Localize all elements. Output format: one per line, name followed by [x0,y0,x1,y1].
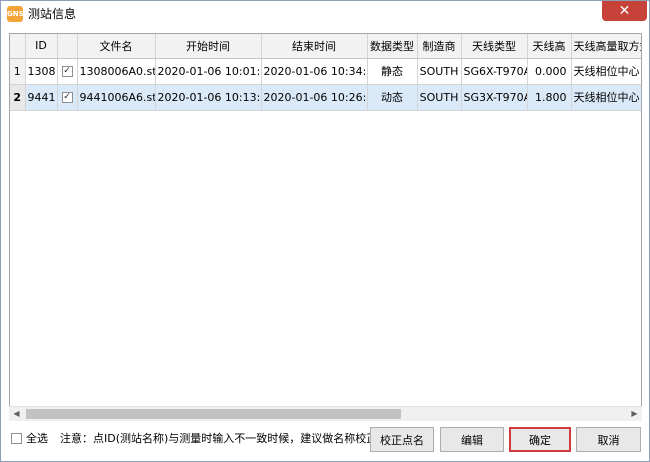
station-info-dialog: GNSS 测站信息 ✕ ID 文件名 开始时间 结束时间 数据类型 制造商 天线… [0,0,650,462]
start-time-cell[interactable]: 2020-01-06 10:13:16 [155,84,262,111]
horizontal-scrollbar[interactable]: ◀ ▶ [9,406,642,421]
end-time-cell[interactable]: 2020-01-06 10:34:07 [261,58,368,85]
title-bar: GNSS 测站信息 ✕ [1,1,649,27]
row-checkbox-cell[interactable]: ✓ [57,58,78,85]
row-checkbox-cell[interactable]: ✓ [57,84,78,111]
select-all-label[interactable]: 全选 [26,432,48,445]
column-header-end-time[interactable]: 结束时间 [261,34,368,59]
measure-method-cell[interactable]: 天线相位中心 [571,84,641,111]
correct-name-button[interactable]: 校正点名 [370,427,434,452]
table-row[interactable]: 1 1308 ✓ 1308006A0.sth 2020-01-06 10:01:… [10,58,641,85]
row-checkbox[interactable]: ✓ [61,66,73,77]
scroll-left-icon[interactable]: ◀ [9,407,24,421]
column-header-antenna-height[interactable]: 天线高 [527,34,572,59]
table-row[interactable]: 2 9441 ✓ 9441006A6.sth 2020-01-06 10:13:… [10,84,641,111]
manufacturer-cell[interactable]: SOUTH [417,84,462,111]
close-button[interactable]: ✕ [602,1,647,21]
dialog-title: 测站信息 [28,7,77,21]
row-checkbox[interactable]: ✓ [61,92,73,103]
file-name-cell[interactable]: 1308006A0.sth [77,58,156,85]
station-table: ID 文件名 开始时间 结束时间 数据类型 制造商 天线类型 天线高 天线高量取… [10,34,641,111]
column-header-antenna-type[interactable]: 天线类型 [461,34,528,59]
column-header-id[interactable]: ID [25,34,58,59]
scrollbar-thumb[interactable] [26,409,401,419]
measure-method-cell[interactable]: 天线相位中心 [571,58,641,85]
name-correction-notice: 注意：点ID(测站名称)与测量时输入不一致时候，建议做名称校正！ [60,432,389,445]
manufacturer-cell[interactable]: SOUTH [417,58,462,85]
station-grid: ID 文件名 开始时间 结束时间 数据类型 制造商 天线类型 天线高 天线高量取… [9,33,642,421]
antenna-type-cell[interactable]: SG3X-T970A [461,84,528,111]
row-number[interactable]: 2 [10,84,26,111]
column-header-file-name[interactable]: 文件名 [77,34,156,59]
antenna-type-cell[interactable]: SG6X-T970A [461,58,528,85]
antenna-height-cell[interactable]: 0.000 [527,58,572,85]
ok-button[interactable]: 确定 [509,427,571,452]
file-name-cell[interactable]: 9441006A6.sth [77,84,156,111]
start-time-cell[interactable]: 2020-01-06 10:01:13 [155,58,262,85]
column-header-data-type[interactable]: 数据类型 [367,34,418,59]
station-id-cell[interactable]: 1308 [25,58,58,85]
data-type-cell[interactable]: 动态 [367,84,418,111]
station-id-cell[interactable]: 9441 [25,84,58,111]
table-header-row: ID 文件名 开始时间 结束时间 数据类型 制造商 天线类型 天线高 天线高量取… [10,34,641,59]
column-header-manufacturer[interactable]: 制造商 [417,34,462,59]
row-number[interactable]: 1 [10,58,26,85]
select-all-checkbox[interactable] [11,433,22,444]
column-header-start-time[interactable]: 开始时间 [155,34,262,59]
column-header-measure-method[interactable]: 天线高量取方式 [571,34,641,59]
scroll-right-icon[interactable]: ▶ [627,407,642,421]
column-header-check[interactable] [57,34,78,59]
column-header-rownum[interactable] [10,34,26,59]
antenna-height-cell[interactable]: 1.800 [527,84,572,111]
end-time-cell[interactable]: 2020-01-06 10:26:03 [261,84,368,111]
edit-button[interactable]: 编辑 [440,427,504,452]
cancel-button[interactable]: 取消 [576,427,641,452]
data-type-cell[interactable]: 静态 [367,58,418,85]
app-logo-icon: GNSS [7,6,28,22]
